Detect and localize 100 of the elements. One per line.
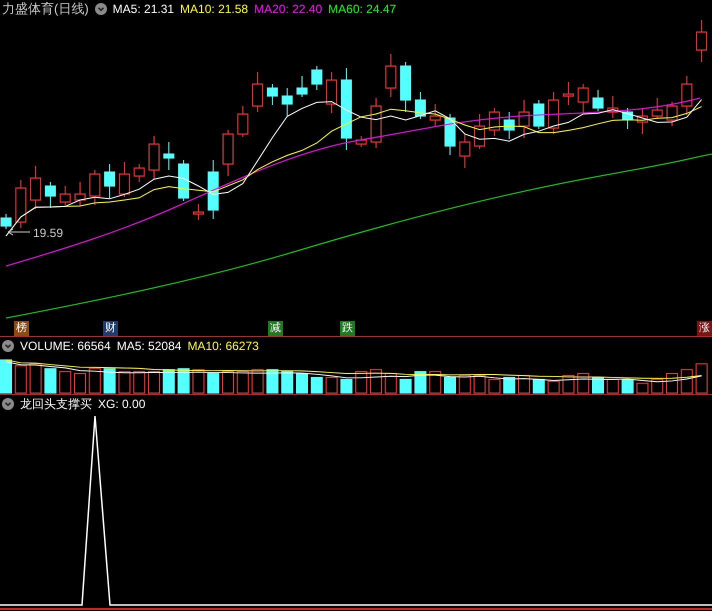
candlestick [607, 96, 618, 118]
candlestick [636, 108, 648, 134]
candlestick [444, 114, 456, 156]
candlestick [370, 98, 382, 148]
event-marker[interactable]: 减 [268, 321, 283, 336]
candlestick [60, 186, 71, 206]
volume-bar [532, 378, 545, 394]
candlestick [474, 114, 486, 150]
candlestick [237, 106, 248, 138]
volume-bar [488, 378, 500, 394]
volume-bar [310, 376, 323, 394]
indicator-value: MA10: 21.58 [180, 2, 248, 16]
volume-bar [548, 380, 560, 394]
candlestick [74, 182, 86, 206]
candlestick [504, 112, 515, 140]
volume-bar [281, 371, 294, 394]
candlestick [118, 162, 130, 198]
candlestick [548, 92, 560, 134]
volume-bar [370, 369, 382, 394]
candlestick [562, 82, 574, 106]
low-price-label: 19.59 [33, 226, 64, 240]
volume-bar [88, 368, 101, 394]
volume-bar [651, 378, 664, 394]
candlestick [696, 20, 708, 62]
volume-bar [340, 378, 352, 394]
candlestick [148, 136, 160, 180]
candlestick [356, 136, 367, 148]
indicator-value: 龙回头支撑买 [20, 396, 92, 412]
event-marker[interactable]: 财 [103, 321, 118, 336]
candlestick [178, 160, 190, 202]
candlestick [681, 76, 692, 116]
candlestick [104, 164, 116, 198]
volume-bar [666, 373, 678, 394]
candlestick [652, 98, 663, 120]
volume-bar [636, 382, 648, 394]
volume-bar [252, 369, 264, 394]
volume-bar [296, 373, 308, 394]
candlestick [296, 76, 308, 98]
candlestick [666, 102, 678, 126]
volume-bar [429, 371, 442, 394]
volume-bar [133, 371, 146, 394]
volume-bar [400, 378, 412, 394]
candlestick [533, 100, 544, 130]
volume-bar [236, 371, 249, 394]
chevron-icon[interactable] [2, 398, 14, 410]
volume-bar [503, 376, 516, 394]
event-marker[interactable]: 榜 [14, 321, 29, 336]
candlestick [385, 54, 396, 98]
chevron-icon[interactable] [94, 3, 107, 15]
candlestick [0, 214, 12, 230]
event-marker[interactable]: 涨 [697, 321, 712, 336]
indicator-value: MA20: 22.40 [254, 2, 322, 16]
candlestick [89, 170, 100, 206]
volume-bar [178, 368, 190, 394]
indicator-value: VOLUME: 66564 [20, 339, 111, 353]
candlestick [208, 160, 219, 220]
indicator-value: MA5: 52084 [116, 339, 182, 353]
candlestick [414, 92, 426, 120]
volume-bar [30, 363, 42, 394]
volume-bar [696, 363, 708, 394]
volume-bar [44, 368, 56, 394]
volume-bar [59, 371, 72, 394]
candlestick [592, 90, 604, 112]
volume-bar [384, 373, 397, 394]
volume-bar [474, 374, 486, 394]
chart-title: 力盛体育(日线) [2, 0, 89, 18]
candlestick [430, 104, 441, 126]
candlestick [400, 62, 412, 112]
candlestick [15, 180, 26, 228]
candlestick [30, 166, 42, 210]
low-arrow-icon [8, 228, 30, 236]
volume-bar [414, 371, 426, 394]
volume-bar [577, 373, 590, 394]
volume-bar [192, 369, 204, 394]
indicator-value: XG: 0.00 [98, 397, 146, 411]
candlestick [134, 164, 145, 182]
volume-bar [622, 378, 634, 394]
volume-bar [148, 371, 160, 394]
volume-bar [680, 369, 693, 394]
candlestick [459, 134, 470, 168]
volume-bar [355, 371, 368, 394]
volume-bar [326, 376, 338, 394]
candlestick [282, 88, 293, 116]
volume-bar [0, 359, 12, 394]
indicator-value: MA5: 21.31 [112, 2, 174, 16]
volume-bar [104, 368, 116, 394]
candlestick [326, 72, 338, 114]
candlestick [266, 84, 278, 106]
volume-bar [266, 369, 278, 394]
candlestick [578, 84, 589, 114]
volume-bar [207, 373, 220, 394]
candlestick [488, 108, 500, 136]
volume-bar [222, 371, 234, 394]
volume-bar [458, 374, 471, 394]
candlestick [518, 100, 530, 138]
event-marker[interactable]: 跌 [340, 321, 355, 336]
indicator-value: MA60: 24.47 [328, 2, 396, 16]
volume-bar [606, 378, 619, 394]
chevron-icon[interactable] [2, 340, 14, 352]
volume-bar [118, 371, 130, 394]
